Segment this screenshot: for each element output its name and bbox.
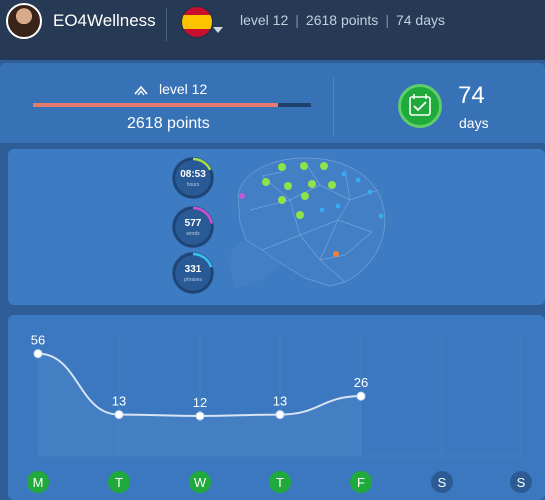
day-tick-label: M bbox=[33, 475, 44, 490]
day-badge-2[interactable]: W bbox=[189, 471, 211, 493]
data-point bbox=[114, 410, 124, 420]
day-tick-label: F bbox=[357, 475, 365, 490]
day-badge-3[interactable]: T bbox=[269, 471, 291, 493]
data-point bbox=[33, 349, 43, 359]
data-label: 12 bbox=[193, 395, 207, 410]
data-point bbox=[356, 391, 366, 401]
day-badge-4[interactable]: F bbox=[350, 471, 372, 493]
data-label: 13 bbox=[112, 394, 126, 409]
data-label: 13 bbox=[273, 394, 287, 409]
day-badge-6[interactable]: S bbox=[510, 471, 532, 493]
day-tick-label: T bbox=[276, 475, 284, 490]
day-tick-label: T bbox=[115, 475, 123, 490]
day-tick-label: W bbox=[194, 475, 207, 490]
day-badge-5[interactable]: S bbox=[431, 471, 453, 493]
data-point bbox=[195, 411, 205, 421]
day-tick-label: S bbox=[438, 475, 447, 490]
weekly-line-chart: 56 13 12 13 26 M T W T F S S bbox=[27, 333, 532, 493]
data-label: 56 bbox=[31, 333, 45, 348]
day-tick-label: S bbox=[517, 475, 526, 490]
day-badge-0[interactable]: M bbox=[27, 471, 49, 493]
data-label: 26 bbox=[354, 375, 368, 390]
day-badge-1[interactable]: T bbox=[108, 471, 130, 493]
data-point bbox=[275, 410, 285, 420]
